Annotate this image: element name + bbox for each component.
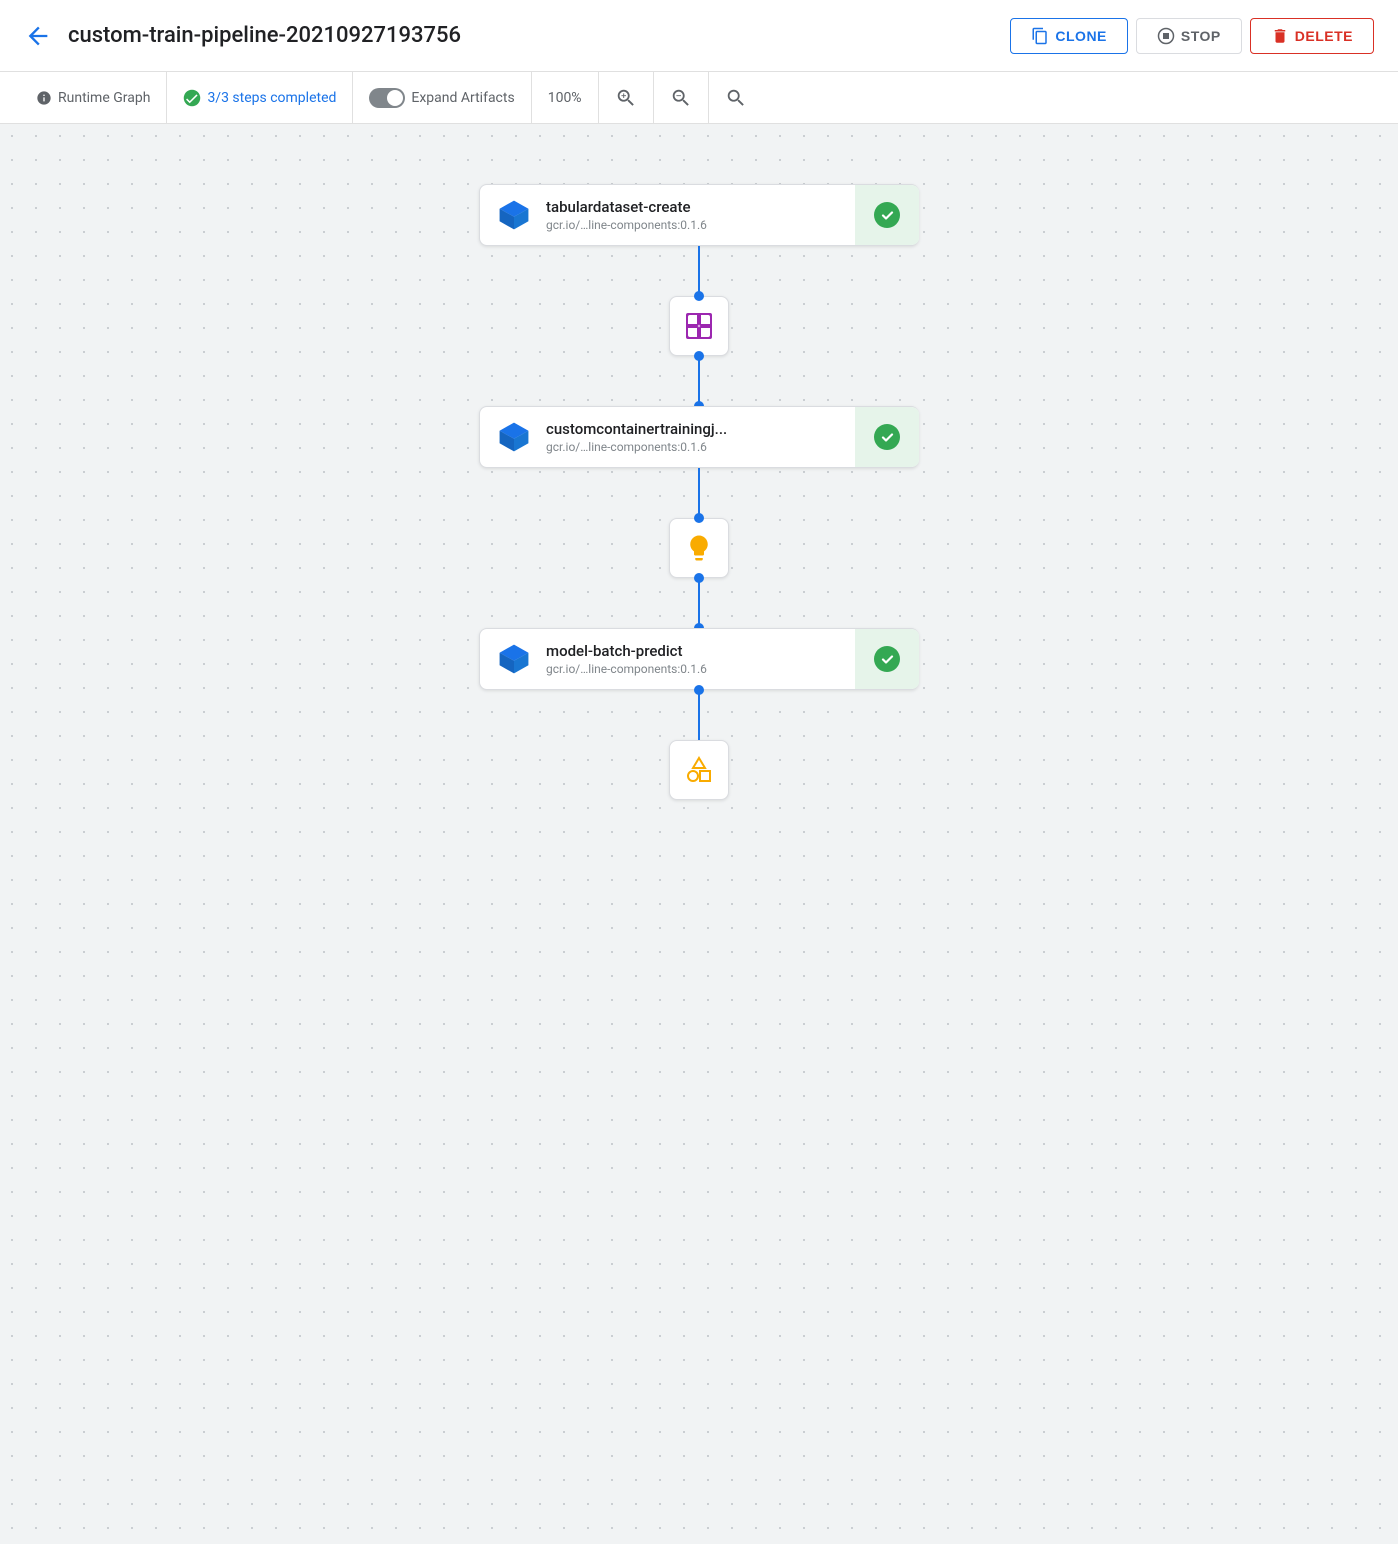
connector-3: [698, 468, 700, 518]
back-button[interactable]: [24, 22, 52, 50]
success-check-icon-3: [873, 645, 901, 673]
delete-button[interactable]: DELETE: [1250, 18, 1374, 54]
cube-icon-2: [496, 419, 532, 455]
artifact-node-1[interactable]: [669, 296, 729, 356]
delete-label: DELETE: [1295, 28, 1353, 44]
pipeline-flow: tabulardataset-create gcr.io/…line-compo…: [449, 184, 949, 800]
success-check-icon-1: [873, 201, 901, 229]
artifact-node-2[interactable]: [669, 518, 729, 578]
node-2-success-stripe: [855, 407, 919, 467]
expand-artifacts[interactable]: Expand Artifacts: [353, 72, 531, 123]
connector-1: [698, 246, 700, 296]
stop-label: STOP: [1181, 28, 1221, 44]
node-3-sub: gcr.io/…line-components:0.1.6: [546, 662, 903, 676]
steps-completed-label: 3/3 steps completed: [207, 90, 336, 106]
steps-completed: 3/3 steps completed: [167, 72, 353, 123]
zoom-value: 100%: [548, 90, 582, 106]
page-title: custom-train-pipeline-20210927193756: [68, 23, 1010, 48]
node-3-name: model-batch-predict: [546, 642, 903, 660]
node-1-content: tabulardataset-create gcr.io/…line-compo…: [546, 198, 903, 232]
header-actions: CLONE STOP DELETE: [1010, 18, 1374, 54]
node-3-content: model-batch-predict gcr.io/…line-compone…: [546, 642, 903, 676]
connector-5: [698, 690, 700, 740]
node-2-sub: gcr.io/…line-components:0.1.6: [546, 440, 903, 454]
zoom-reset-btn[interactable]: [709, 72, 763, 123]
pipeline-node-3[interactable]: model-batch-predict gcr.io/…line-compone…: [479, 628, 919, 690]
artifact-node-3[interactable]: [669, 740, 729, 800]
node-1-success-stripe: [855, 185, 919, 245]
clone-label: CLONE: [1055, 28, 1107, 44]
connector-4: [698, 578, 700, 628]
node-3-success-stripe: [855, 629, 919, 689]
pipeline-canvas[interactable]: tabulardataset-create gcr.io/…line-compo…: [0, 124, 1398, 1544]
shapes-icon: [683, 754, 715, 786]
runtime-graph-label: Runtime Graph: [58, 90, 150, 106]
dataset-icon: [683, 310, 715, 342]
success-check-icon-2: [873, 423, 901, 451]
cube-icon-1: [496, 197, 532, 233]
pipeline-node-1[interactable]: tabulardataset-create gcr.io/…line-compo…: [479, 184, 919, 246]
expand-artifacts-label: Expand Artifacts: [411, 90, 514, 106]
node-1-sub: gcr.io/…line-components:0.1.6: [546, 218, 903, 232]
cube-icon-3: [496, 641, 532, 677]
node-2-name: customcontainertrainingj...: [546, 420, 903, 438]
pipeline-node-2[interactable]: customcontainertrainingj... gcr.io/…line…: [479, 406, 919, 468]
model-icon: [684, 533, 714, 563]
node-2-content: customcontainertrainingj... gcr.io/…line…: [546, 420, 903, 454]
zoom-level: 100%: [532, 72, 599, 123]
connector-2: [698, 356, 700, 406]
header: custom-train-pipeline-20210927193756 CLO…: [0, 0, 1398, 72]
runtime-graph-btn[interactable]: Runtime Graph: [20, 72, 167, 123]
stop-button[interactable]: STOP: [1136, 18, 1242, 54]
expand-artifacts-toggle[interactable]: [369, 88, 405, 108]
zoom-in-btn[interactable]: [599, 72, 654, 123]
clone-button[interactable]: CLONE: [1010, 18, 1128, 54]
zoom-out-btn[interactable]: [654, 72, 709, 123]
toolbar: Runtime Graph 3/3 steps completed Expand…: [0, 72, 1398, 124]
node-1-name: tabulardataset-create: [546, 198, 903, 216]
